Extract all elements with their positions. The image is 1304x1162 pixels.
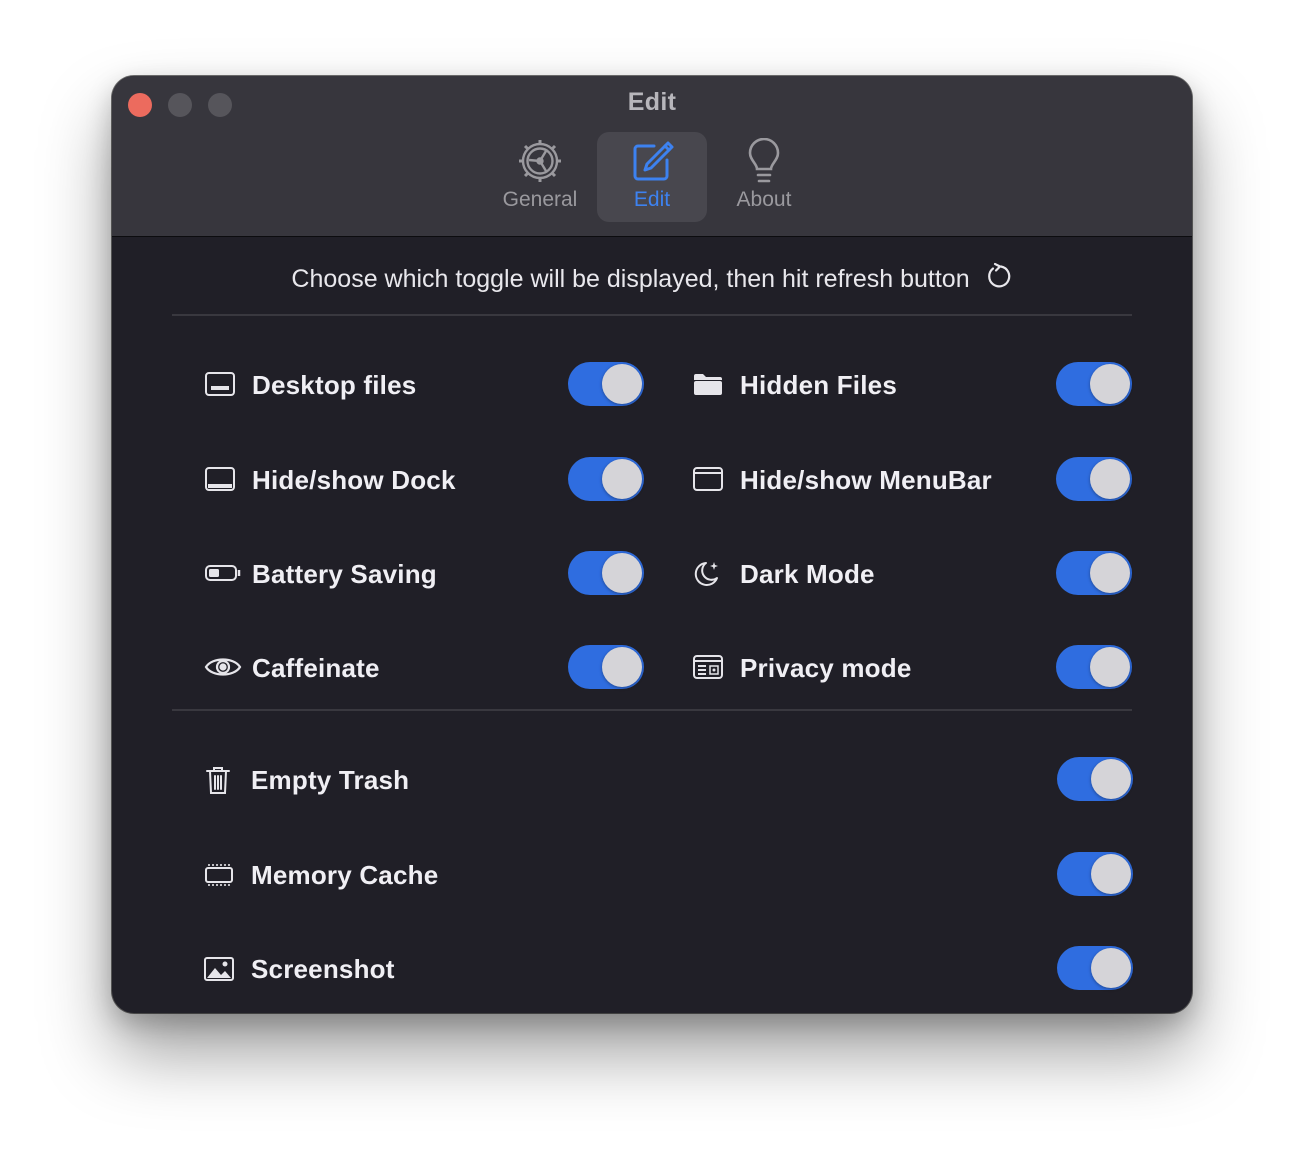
screenshot-icon [203, 944, 239, 992]
toggle-knob [1090, 459, 1130, 499]
hint-text: Choose which toggle will be displayed, t… [291, 265, 970, 293]
tab-label: General [502, 188, 578, 211]
memory-icon [203, 850, 239, 898]
toggle-knob [1090, 364, 1130, 404]
toggle-label: Privacy mode [740, 653, 912, 683]
toggle-knob [1091, 948, 1131, 988]
window-title: Edit [627, 88, 677, 116]
toggle-caffeinate[interactable] [568, 645, 644, 689]
toggle-dark-mode[interactable] [1056, 551, 1132, 595]
privacy-icon [692, 643, 728, 691]
refresh-icon[interactable] [985, 262, 1013, 297]
moon-icon [692, 549, 728, 597]
toggle-knob [1090, 647, 1130, 687]
toggle-knob [602, 459, 642, 499]
tab-label: Edit [633, 188, 671, 211]
folder-icon [692, 360, 728, 408]
divider [172, 709, 1132, 711]
dock-icon [204, 455, 240, 503]
tab-edit[interactable]: Edit [597, 132, 707, 222]
toggle-desktop-files[interactable] [568, 362, 644, 406]
toggle-knob [602, 647, 642, 687]
toggle-privacy-mode[interactable] [1056, 645, 1132, 689]
toggle-knob [1091, 759, 1131, 799]
lightbulb-icon [748, 138, 780, 183]
toggle-label: Empty Trash [251, 765, 410, 795]
toggle-battery-saving[interactable] [568, 551, 644, 595]
toggle-label: Battery Saving [252, 559, 437, 589]
toggle-knob [602, 364, 642, 404]
menubar-icon [692, 455, 728, 503]
toggle-memory-cache[interactable] [1057, 852, 1133, 896]
trash-icon [203, 755, 239, 803]
toggle-empty-trash[interactable] [1057, 757, 1133, 801]
preferences-window: Edit General Edit About Choose which tog… [112, 76, 1192, 1013]
instruction-hint: Choose which toggle will be displayed, t… [112, 262, 1192, 297]
tab-about[interactable]: About [709, 132, 819, 222]
toggle-label: Dark Mode [740, 559, 875, 589]
battery-icon [204, 549, 241, 597]
toggle-screenshot[interactable] [1057, 946, 1133, 990]
toggle-label: Caffeinate [252, 653, 380, 683]
tab-general[interactable]: General [485, 132, 595, 222]
toggle-hidden-files[interactable] [1056, 362, 1132, 406]
desktop-icon [204, 360, 240, 408]
gear-icon [519, 140, 561, 182]
toggle-label: Desktop files [252, 370, 417, 400]
titlebar: Edit General Edit About [112, 76, 1192, 237]
toggle-label: Memory Cache [251, 860, 439, 890]
toggle-label: Hide/show MenuBar [740, 465, 992, 495]
toggle-hide-show-dock[interactable] [568, 457, 644, 501]
toggle-hide-show-menubar[interactable] [1056, 457, 1132, 501]
tab-label: About [736, 188, 792, 211]
toggle-label: Hide/show Dock [252, 465, 456, 495]
eye-icon [204, 643, 242, 691]
toggle-label: Screenshot [251, 954, 395, 984]
divider [172, 314, 1132, 316]
edit-icon [633, 141, 674, 181]
toggle-knob [1091, 854, 1131, 894]
toggle-knob [602, 553, 642, 593]
toggle-label: Hidden Files [740, 370, 897, 400]
toggle-knob [1090, 553, 1130, 593]
